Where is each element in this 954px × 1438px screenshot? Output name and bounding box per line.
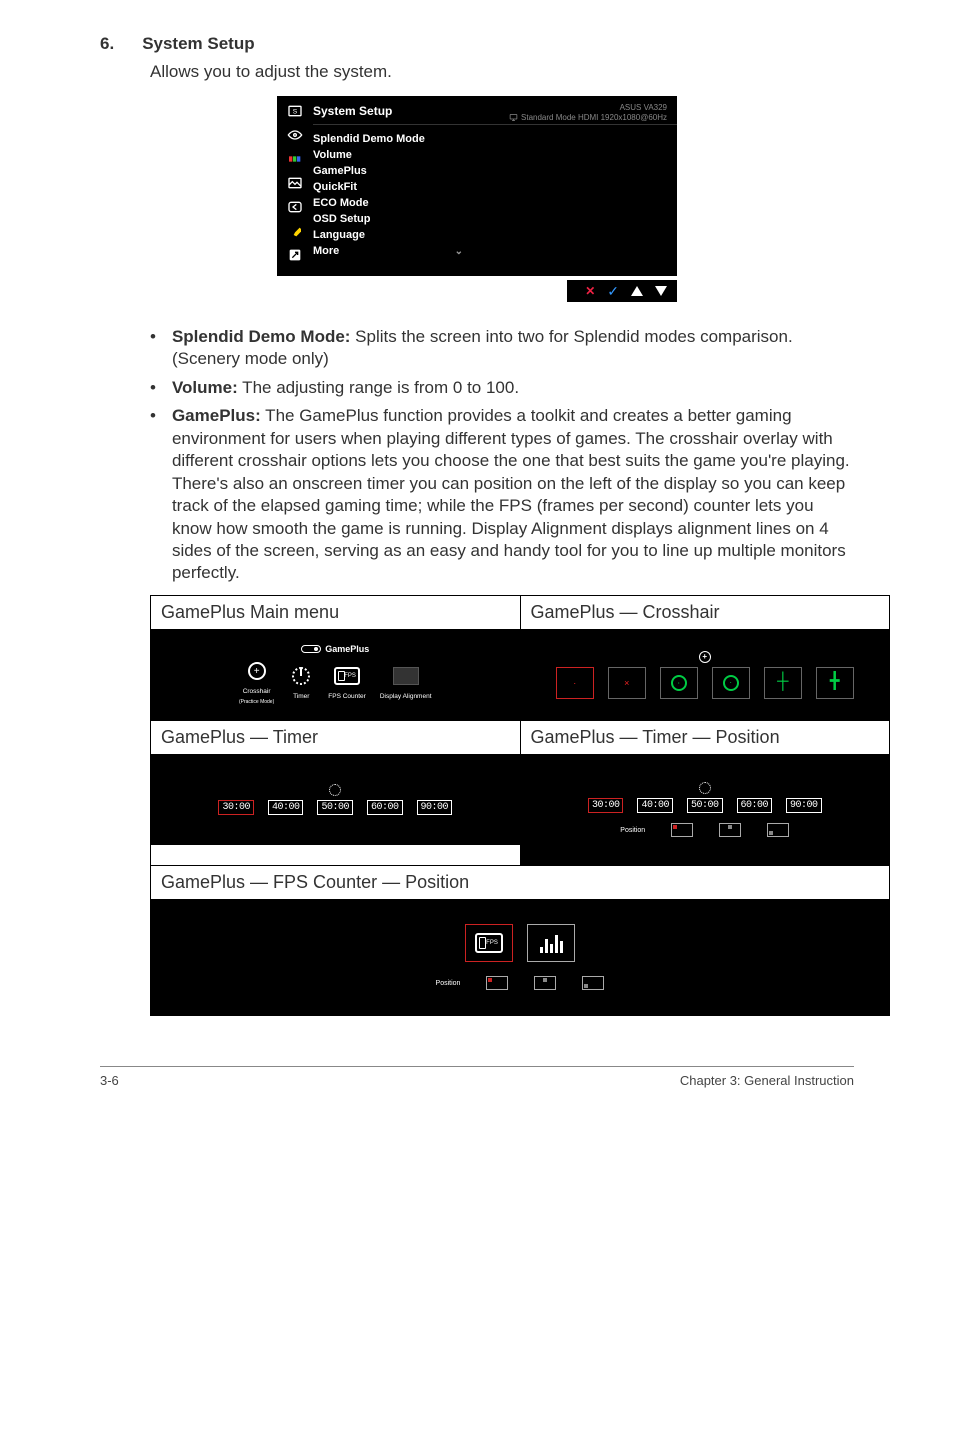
osd-item: More — [313, 245, 339, 257]
splendid-icon: S — [285, 100, 305, 122]
gp-fps-preview: FPS Position — [151, 900, 889, 1015]
timer-option: 40:00 — [637, 798, 673, 813]
system-setup-icon — [285, 220, 305, 242]
osd-mode-line: Standard Mode HDMI 1920x1080@60Hz — [521, 113, 667, 123]
bullet-label: GamePlus: — [172, 406, 261, 425]
fps-counter-option: FPS FPS Counter — [328, 663, 366, 700]
osd-item: GamePlus — [313, 165, 367, 177]
osd-title: System Setup — [313, 102, 392, 124]
bullet-dot: • — [150, 405, 156, 585]
timer-option: 60:00 — [367, 800, 403, 815]
image-icon — [285, 172, 305, 194]
eyecare-icon — [285, 124, 305, 146]
chapter-label: Chapter 3: General Instruction — [680, 1073, 854, 1088]
crosshair-variant: × — [608, 667, 646, 699]
chevron-down-icon: ⌄ — [455, 246, 463, 257]
gp-timer-preview: 30:00 40:00 50:00 60:00 90:00 — [151, 755, 520, 845]
position-option — [582, 976, 604, 990]
position-label: Position — [620, 827, 645, 834]
timer-option: 50:00 — [687, 798, 723, 813]
fps-variant — [527, 924, 575, 962]
crosshair-variant: ┼ — [764, 667, 802, 699]
gp-crosshair-preview: + · × • · ┼ ╋ — [521, 630, 890, 720]
gp-main-title: GamePlus Main menu — [151, 595, 521, 629]
gp-header-label: GamePlus — [325, 644, 369, 654]
down-icon — [655, 286, 667, 296]
gp-main-preview: GamePlus + Crosshair (Practice Mode) Tim… — [151, 630, 520, 720]
osd-screenshot: S System Setup ASUS VA329 Standard Mode … — [277, 96, 677, 302]
bullet-text: The GamePlus function provides a toolkit… — [172, 406, 850, 582]
shortcut-icon — [285, 244, 305, 266]
bullet-dot: • — [150, 326, 156, 371]
position-option — [534, 976, 556, 990]
crosshair-variant: • — [660, 667, 698, 699]
timer-option: 40:00 — [268, 800, 304, 815]
gameplus-table: GamePlus Main menu GamePlus — Crosshair … — [150, 595, 890, 1016]
osd-item: Volume — [313, 149, 352, 161]
osd-item: QuickFit — [313, 181, 357, 193]
display-alignment-option: Display Alignment — [380, 663, 432, 700]
bullet-label: Splendid Demo Mode: — [172, 327, 351, 346]
position-label: Position — [436, 980, 461, 987]
timer-option: Timer — [288, 663, 314, 700]
crosshair-icon: + — [699, 651, 711, 663]
gp-timer-pos-title: GamePlus — Timer — Position — [520, 720, 890, 754]
timer-option: 90:00 — [417, 800, 453, 815]
confirm-icon: ✓ — [607, 283, 619, 300]
timer-icon — [329, 784, 341, 796]
gp-crosshair-title: GamePlus — Crosshair — [520, 595, 890, 629]
up-icon — [631, 286, 643, 296]
position-option — [767, 823, 789, 837]
osd-item: Splendid Demo Mode — [313, 133, 425, 145]
timer-option: 60:00 — [737, 798, 773, 813]
timer-option: 30:00 — [218, 800, 254, 815]
section-number: 6. — [100, 34, 114, 54]
bullet-label: Volume: — [172, 378, 238, 397]
crosshair-variant: ╋ — [816, 667, 854, 699]
fps-variant: FPS — [465, 924, 513, 962]
timer-icon — [699, 782, 711, 794]
crosshair-variant: · — [712, 667, 750, 699]
position-option — [486, 976, 508, 990]
input-icon — [285, 196, 305, 218]
intro-text: Allows you to adjust the system. — [150, 62, 854, 82]
gp-timer-title: GamePlus — Timer — [151, 720, 521, 754]
osd-item: Language — [313, 229, 365, 241]
svg-text:S: S — [293, 109, 298, 116]
osd-item: ECO Mode — [313, 197, 369, 209]
bullet-dot: • — [150, 377, 156, 399]
osd-brand: ASUS VA329 — [509, 103, 667, 113]
position-option — [719, 823, 741, 837]
gp-fps-title: GamePlus — FPS Counter — Position — [151, 865, 890, 899]
timer-option: 30:00 — [588, 798, 624, 813]
gp-timer-pos-preview: 30:00 40:00 50:00 60:00 90:00 Position — [521, 755, 890, 865]
monitor-icon — [509, 113, 518, 122]
timer-option: 50:00 — [317, 800, 353, 815]
osd-nav-bar: ✕ ✓ — [567, 280, 677, 302]
page-number: 3-6 — [100, 1073, 119, 1088]
osd-item: OSD Setup — [313, 213, 370, 225]
section-title: System Setup — [142, 34, 254, 54]
timer-option: 90:00 — [786, 798, 822, 813]
crosshair-variant: · — [556, 667, 594, 699]
osd-menu-list: Splendid Demo Mode Volume GamePlus Quick… — [313, 125, 677, 259]
bullet-text: The adjusting range is from 0 to 100. — [238, 378, 519, 397]
position-option — [671, 823, 693, 837]
close-icon: ✕ — [585, 284, 595, 298]
crosshair-option: + Crosshair (Practice Mode) — [239, 658, 274, 705]
color-icon — [285, 148, 305, 170]
